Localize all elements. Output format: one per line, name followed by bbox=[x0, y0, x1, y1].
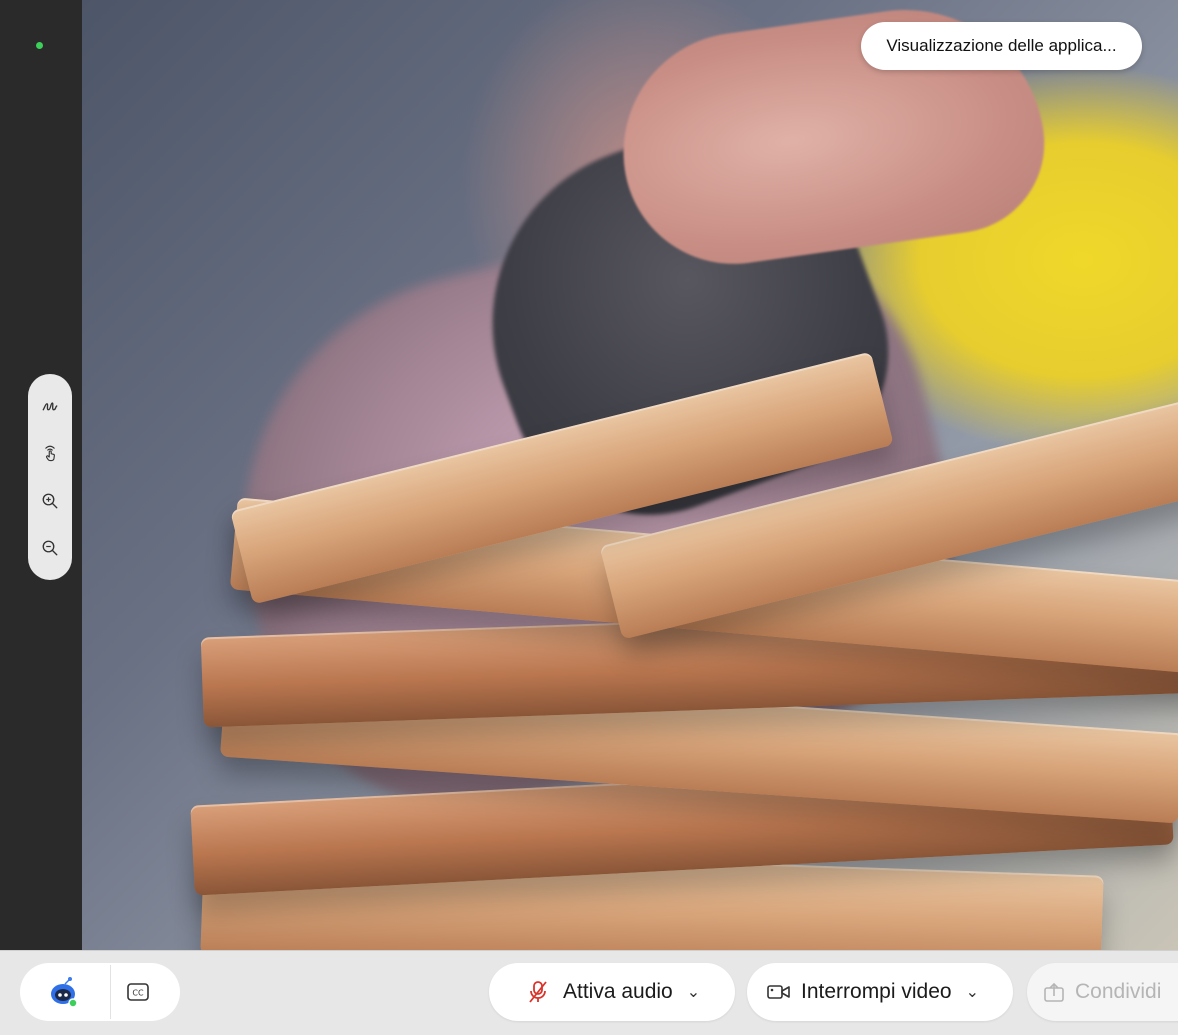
captions-button[interactable]: CC bbox=[111, 963, 165, 1021]
annotate-button[interactable] bbox=[35, 391, 65, 421]
assistant-captions-group: CC bbox=[20, 963, 180, 1021]
meeting-window: Visualizzazione delle applica... CC Atti… bbox=[0, 0, 1178, 1035]
shared-video-stage[interactable]: Visualizzazione delle applica... bbox=[82, 0, 1178, 950]
unmute-audio-button[interactable]: Attiva audio ⌄ bbox=[489, 963, 735, 1021]
zoom-out-button[interactable] bbox=[35, 533, 65, 563]
remote-control-button[interactable] bbox=[35, 438, 65, 468]
annotation-toolbar bbox=[28, 374, 72, 580]
shared-app-indicator[interactable]: Visualizzazione delle applica... bbox=[861, 22, 1142, 70]
hand-pointer-icon bbox=[45, 446, 55, 462]
left-rail bbox=[0, 0, 83, 950]
stop-video-button[interactable]: Interrompi video ⌄ bbox=[747, 963, 1013, 1021]
audio-label: Attiva audio bbox=[563, 980, 673, 1003]
share-button[interactable]: Condividi bbox=[1027, 963, 1178, 1021]
video-camera-icon bbox=[767, 985, 790, 999]
assistant-button[interactable] bbox=[34, 963, 92, 1021]
zoom-out-icon bbox=[42, 540, 58, 556]
chevron-down-icon[interactable]: ⌄ bbox=[687, 982, 700, 1002]
shared-app-label: Visualizzazione delle applica... bbox=[886, 36, 1117, 55]
zoom-in-button[interactable] bbox=[35, 486, 65, 516]
ai-assistant-bot-icon bbox=[51, 977, 78, 1008]
zoom-in-icon bbox=[42, 493, 58, 508]
closed-captions-icon: CC bbox=[127, 983, 149, 1001]
mic-muted-icon bbox=[529, 981, 547, 1003]
pen-squiggle-icon bbox=[42, 402, 58, 411]
video-label: Interrompi video bbox=[801, 980, 952, 1003]
connection-status-dot bbox=[36, 42, 43, 49]
chevron-down-icon[interactable]: ⌄ bbox=[966, 982, 979, 1002]
share-label: Condividi bbox=[1075, 980, 1162, 1003]
share-icon bbox=[1044, 982, 1064, 1002]
svg-text:CC: CC bbox=[132, 989, 144, 998]
